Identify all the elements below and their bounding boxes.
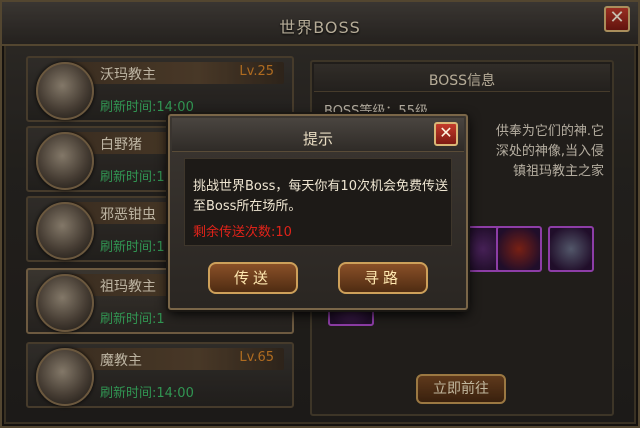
dialog-message: 挑战世界Boss，每天你有10次机会免费传送至Boss所在场所。 <box>193 179 448 214</box>
teleport-dialog: 提示 ✕ 挑战世界Boss，每天你有10次机会免费传送至Boss所在场所。 剩余… <box>168 114 468 310</box>
pathfind-button[interactable]: 寻路 <box>338 262 428 294</box>
teleport-button[interactable]: 传送 <box>208 262 298 294</box>
dialog-title-bar: 提示 ✕ <box>172 118 464 152</box>
dialog-body: 挑战世界Boss，每天你有10次机会免费传送至Boss所在场所。 剩余传送次数:… <box>184 158 452 246</box>
dialog-close-button[interactable]: ✕ <box>434 122 458 146</box>
remaining-teleports: 剩余传送次数:10 <box>193 225 292 240</box>
dialog-title: 提示 <box>302 130 333 148</box>
